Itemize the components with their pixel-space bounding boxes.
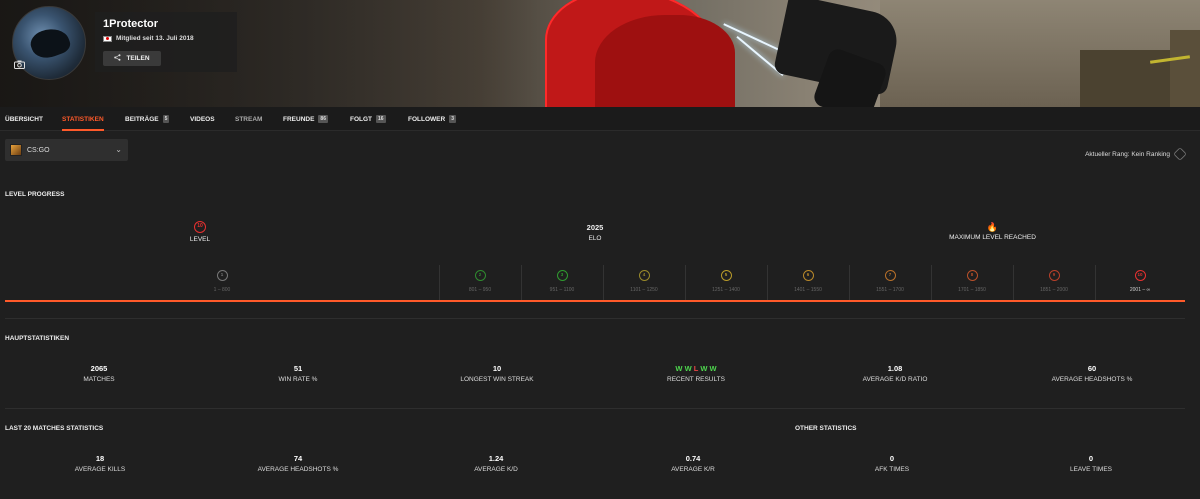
elo-block: 2025 ELO (565, 223, 625, 242)
level-4-icon: 4 (638, 270, 650, 281)
level-range: 1101 – 1250 (630, 287, 658, 293)
profile-banner: 1Protector Mitglied seit 13. Juli 2018 T… (0, 0, 1200, 107)
level-progress-title: LEVEL PROGRESS (5, 191, 65, 198)
level-block: 10 LEVEL (170, 221, 230, 243)
elo-label: ELO (588, 235, 602, 242)
level-range: 1 – 800 (213, 287, 231, 293)
chevron-down-icon: ⌄ (115, 145, 122, 154)
stat-last20-kr: 0.74 AVERAGE K/R (671, 454, 715, 473)
tab-posts[interactable]: BEITRÄGE 5 (125, 107, 170, 131)
level-segment: 6 1401 – 1550 (767, 265, 849, 301)
stat-avg-kd-ratio: 1.08 AVERAGE K/D RATIO (862, 364, 928, 383)
level-range: 1851 – 2000 (1040, 287, 1068, 293)
level-10-icon: 10 (194, 221, 206, 233)
tab-overview[interactable]: ÜBERSICHT (5, 107, 43, 131)
stat-longest-win-streak: 10 LONGEST WIN STREAK (460, 364, 534, 383)
level-10-icon: 10 (1134, 270, 1146, 281)
level-range: 1401 – 1550 (794, 287, 822, 293)
stat-avg-headshots: 60 AVERAGE HEADSHOTS % (1051, 364, 1133, 383)
share-button[interactable]: TEILEN (103, 51, 161, 66)
level-3-icon: 3 (556, 270, 568, 281)
level-segment: 1 1 – 800 (5, 265, 439, 301)
max-level-block: 🔥 MAXIMUM LEVEL REACHED (920, 222, 1065, 241)
stat-recent-results: W W L W W RECENT RESULTS (616, 364, 776, 383)
level-range: 801 – 950 (468, 287, 492, 293)
last20-title: LAST 20 MATCHES STATISTICS (5, 425, 104, 432)
level-segment: 5 1251 – 1400 (685, 265, 767, 301)
level-range: 1701 – 1850 (958, 287, 986, 293)
following-count-badge: 16 (376, 115, 386, 123)
posts-count-badge: 5 (162, 115, 170, 123)
friends-count-badge: 86 (318, 115, 328, 123)
level-segment: 9 1851 – 2000 (1013, 265, 1095, 301)
tab-statistics[interactable]: STATISTIKEN (62, 107, 104, 131)
profile-nickname: 1Protector (103, 18, 159, 30)
tab-following[interactable]: FOLGT 16 (350, 107, 386, 131)
flag-icon (103, 35, 112, 42)
member-since-text: Mitglied seit 13. Juli 2018 (116, 35, 194, 42)
csgo-game-icon (10, 144, 22, 156)
level-segment: 4 1101 – 1250 (603, 265, 685, 301)
level-segment: 10 2001 – ∞ (1095, 265, 1185, 301)
stat-win-rate: 51 WIN RATE % (278, 364, 318, 383)
share-icon (114, 54, 121, 63)
stat-avg-kills: 18 AVERAGE KILLS (74, 454, 126, 473)
current-rank: Aktueller Rang: Kein Ranking (1085, 147, 1187, 161)
main-stats-title: HAUPTSTATISTIKEN (5, 335, 70, 342)
level-2-icon: 2 (474, 270, 486, 281)
other-stats-title: OTHER STATISTICS (795, 425, 857, 432)
tab-followers[interactable]: FOLLOWER 3 (408, 107, 456, 131)
tab-friends[interactable]: FREUNDE 86 (283, 107, 328, 131)
elo-value: 2025 (586, 223, 604, 232)
level-1-icon: 1 (216, 270, 228, 281)
level-scale: 1 1 – 800 2 801 – 950 3 951 – 1100 4 110… (5, 265, 1185, 301)
stat-last20-kd: 1.24 AVERAGE K/D (474, 454, 518, 473)
recent-results-list: W W L W W (675, 364, 717, 373)
member-since: Mitglied seit 13. Juli 2018 (103, 35, 194, 42)
level-segment: 8 1701 – 1850 (931, 265, 1013, 301)
level-7-icon: 7 (884, 270, 896, 281)
tab-videos[interactable]: VIDEOS (190, 107, 215, 131)
flame-icon: 🔥 (986, 222, 999, 232)
level-range: 1251 – 1400 (712, 287, 740, 293)
tab-stream[interactable]: STREAM (235, 107, 262, 131)
stat-leave-times: 0 LEAVE TIMES (1069, 454, 1113, 473)
level-label: LEVEL (189, 236, 211, 243)
profile-tabs: ÜBERSICHT STATISTIKEN BEITRÄGE 5 VIDEOS S… (0, 107, 1200, 131)
level-range: 951 – 1100 (549, 287, 575, 293)
level-9-icon: 9 (1048, 270, 1060, 281)
level-6-icon: 6 (802, 270, 814, 281)
max-level-label: MAXIMUM LEVEL REACHED (949, 234, 1036, 241)
followers-count-badge: 3 (449, 115, 456, 123)
rank-hex-icon (1173, 147, 1187, 161)
game-select-value: CS:GO (27, 146, 50, 154)
level-range: 2001 – ∞ (1129, 287, 1151, 293)
level-segment: 3 951 – 1100 (521, 265, 603, 301)
stat-matches: 2065 MATCHES (83, 364, 115, 383)
level-segment: 7 1551 – 1700 (849, 265, 931, 301)
game-select[interactable]: CS:GO ⌄ (5, 139, 128, 161)
level-segment: 2 801 – 950 (439, 265, 521, 301)
level-progress-bar (5, 300, 1185, 302)
share-label: TEILEN (126, 55, 150, 62)
level-range: 1551 – 1700 (876, 287, 904, 293)
level-5-icon: 5 (720, 270, 732, 281)
current-rank-text: Aktueller Rang: Kein Ranking (1085, 150, 1170, 158)
camera-icon[interactable] (14, 60, 26, 70)
stat-last20-headshots: 74 AVERAGE HEADSHOTS % (257, 454, 339, 473)
level-8-icon: 8 (966, 270, 978, 281)
divider (5, 318, 1185, 319)
stat-afk-times: 0 AFK TIMES (874, 454, 910, 473)
divider (5, 408, 1185, 409)
